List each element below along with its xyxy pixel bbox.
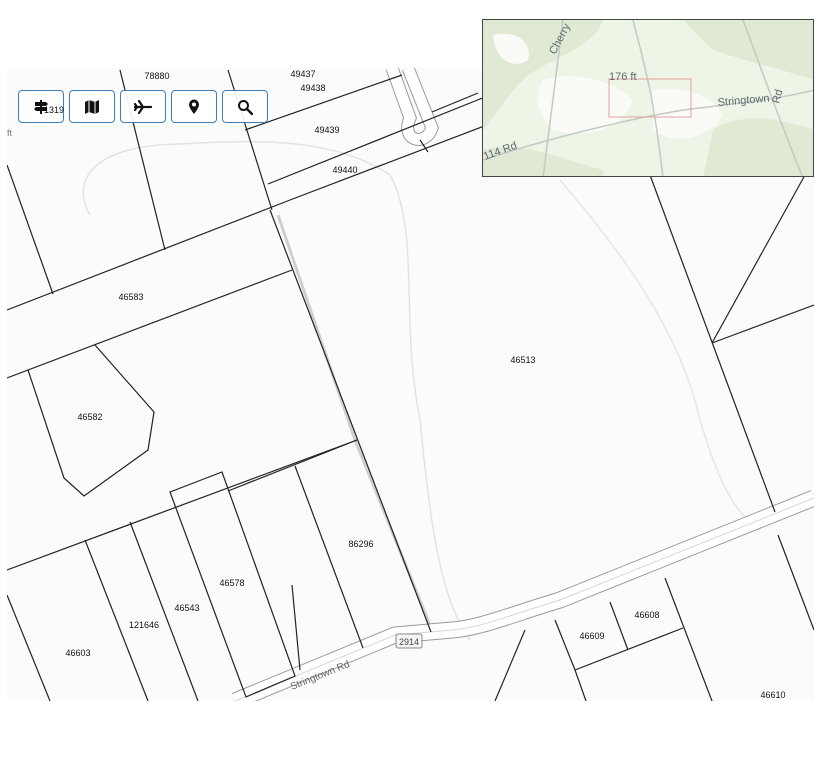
track-line <box>276 214 432 626</box>
parcel-label: 49438 <box>300 83 325 93</box>
aerial-button[interactable] <box>120 90 166 123</box>
parcel-label: 46578 <box>219 578 244 588</box>
scale-fragment: ft <box>7 128 13 138</box>
terrain-contour <box>559 179 761 531</box>
layers-button[interactable]: 1319 <box>18 90 64 123</box>
map-toolbar: 1319 <box>18 90 268 125</box>
terrain-contour <box>82 140 471 641</box>
parcel-label: 46610 <box>760 690 785 700</box>
overview-scale-text: 176 ft <box>609 71 637 83</box>
parcel-label: 49439 <box>314 125 339 135</box>
search-button[interactable] <box>222 90 268 123</box>
parcel-label: 46543 <box>174 603 199 613</box>
parcel-label: 121646 <box>129 620 159 630</box>
route-shield: 2914 <box>395 633 423 649</box>
basemap-button[interactable] <box>69 90 115 123</box>
parcel-label: 86296 <box>348 539 373 549</box>
parcel-label: 46603 <box>65 648 90 658</box>
parcel-label: 49440 <box>332 165 357 175</box>
route-shield-text: 2914 <box>399 637 419 647</box>
map-pin-icon <box>189 99 199 114</box>
parcel-label: 49437 <box>290 69 315 79</box>
parcel-label: 46582 <box>77 412 102 422</box>
parcel-label: 46608 <box>634 610 659 620</box>
parcel-label: 46513 <box>510 355 535 365</box>
overlap-number: 1319 <box>44 105 65 115</box>
map-icon <box>85 99 99 114</box>
search-icon <box>238 99 253 115</box>
airplane-icon <box>134 99 152 114</box>
parcel-label: 78880 <box>144 71 169 81</box>
locate-button[interactable] <box>171 90 217 123</box>
parcel-label: 46583 <box>118 292 143 302</box>
overview-svg: 176 ft Cherry Stringtown Rd 114 Rd <box>483 20 813 176</box>
parcel-label: 46609 <box>579 631 604 641</box>
overview-map[interactable]: 176 ft Cherry Stringtown Rd 114 Rd <box>482 19 814 177</box>
